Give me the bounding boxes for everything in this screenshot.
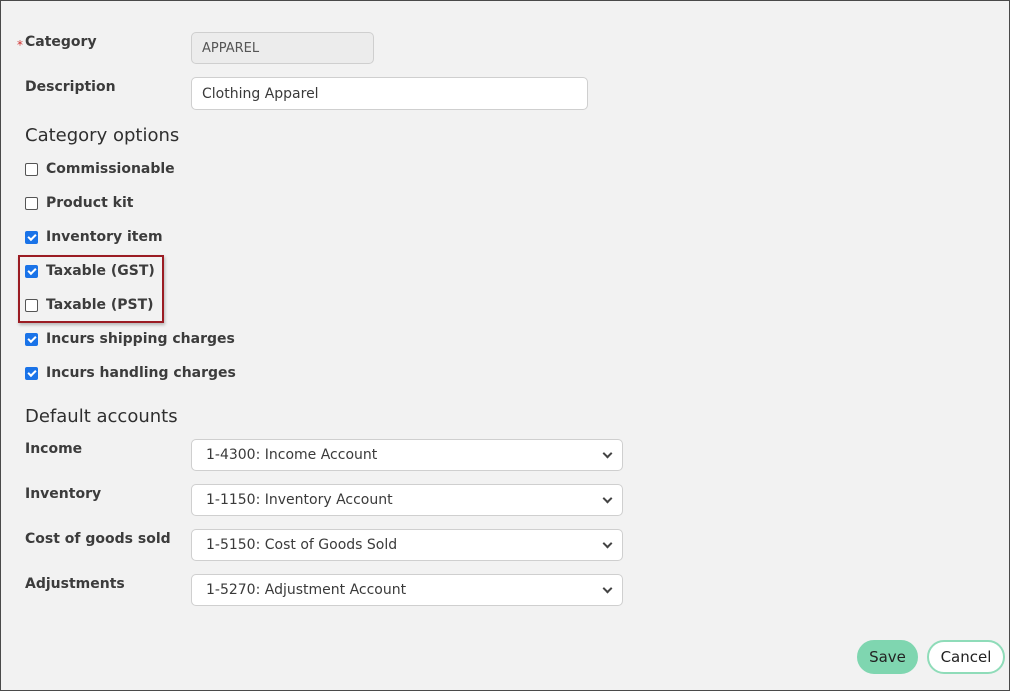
adjustments-select[interactable]: 1-5270: Adjustment Account <box>191 574 623 606</box>
cogs-label: Cost of goods sold <box>25 531 171 547</box>
cancel-button[interactable]: Cancel <box>927 640 1005 674</box>
category-label: Category <box>25 34 97 50</box>
checkbox[interactable] <box>25 264 38 278</box>
option-product-kit[interactable]: Product kit <box>25 193 133 213</box>
checkbox[interactable] <box>25 298 38 312</box>
option-incurs-shipping[interactable]: Incurs shipping charges <box>25 329 235 349</box>
option-label: Incurs shipping charges <box>46 331 235 347</box>
category-field: APPAREL <box>191 32 374 64</box>
checkbox[interactable] <box>25 162 38 176</box>
income-label: Income <box>25 441 83 457</box>
chevron-down-icon <box>602 493 613 503</box>
option-commissionable[interactable]: Commissionable <box>25 159 175 179</box>
cogs-select[interactable]: 1-5150: Cost of Goods Sold <box>191 529 623 561</box>
option-label: Taxable (PST) <box>46 297 154 313</box>
inventory-select[interactable]: 1-1150: Inventory Account <box>191 484 623 516</box>
description-input[interactable]: Clothing Apparel <box>191 77 588 110</box>
option-label: Product kit <box>46 195 134 211</box>
description-label: Description <box>25 79 116 95</box>
option-label: Commissionable <box>46 161 175 177</box>
option-taxable-pst[interactable]: Taxable (PST) <box>25 295 154 315</box>
option-label: Taxable (GST) <box>46 263 155 279</box>
option-taxable-gst[interactable]: Taxable (GST) <box>25 261 155 281</box>
checkbox[interactable] <box>25 366 38 380</box>
inventory-label: Inventory <box>25 486 102 502</box>
checkbox[interactable] <box>25 332 38 346</box>
option-incurs-handling[interactable]: Incurs handling charges <box>25 363 236 383</box>
selected-value: 1-4300: Income Account <box>206 447 378 463</box>
chevron-down-icon <box>602 448 613 458</box>
save-button[interactable]: Save <box>857 640 918 674</box>
chevron-down-icon <box>602 583 613 593</box>
selected-value: 1-5270: Adjustment Account <box>206 582 407 598</box>
chevron-down-icon <box>602 538 613 548</box>
default-accounts-heading: Default accounts <box>25 406 178 427</box>
option-inventory-item[interactable]: Inventory item <box>25 227 163 247</box>
adjustments-label: Adjustments <box>25 576 125 592</box>
option-label: Inventory item <box>46 229 163 245</box>
required-marker: * <box>17 38 23 52</box>
checkbox[interactable] <box>25 230 38 244</box>
selected-value: 1-1150: Inventory Account <box>206 492 393 508</box>
income-select[interactable]: 1-4300: Income Account <box>191 439 623 471</box>
option-label: Incurs handling charges <box>46 365 236 381</box>
selected-value: 1-5150: Cost of Goods Sold <box>206 537 398 553</box>
category-options-heading: Category options <box>25 125 180 146</box>
checkbox[interactable] <box>25 196 38 210</box>
